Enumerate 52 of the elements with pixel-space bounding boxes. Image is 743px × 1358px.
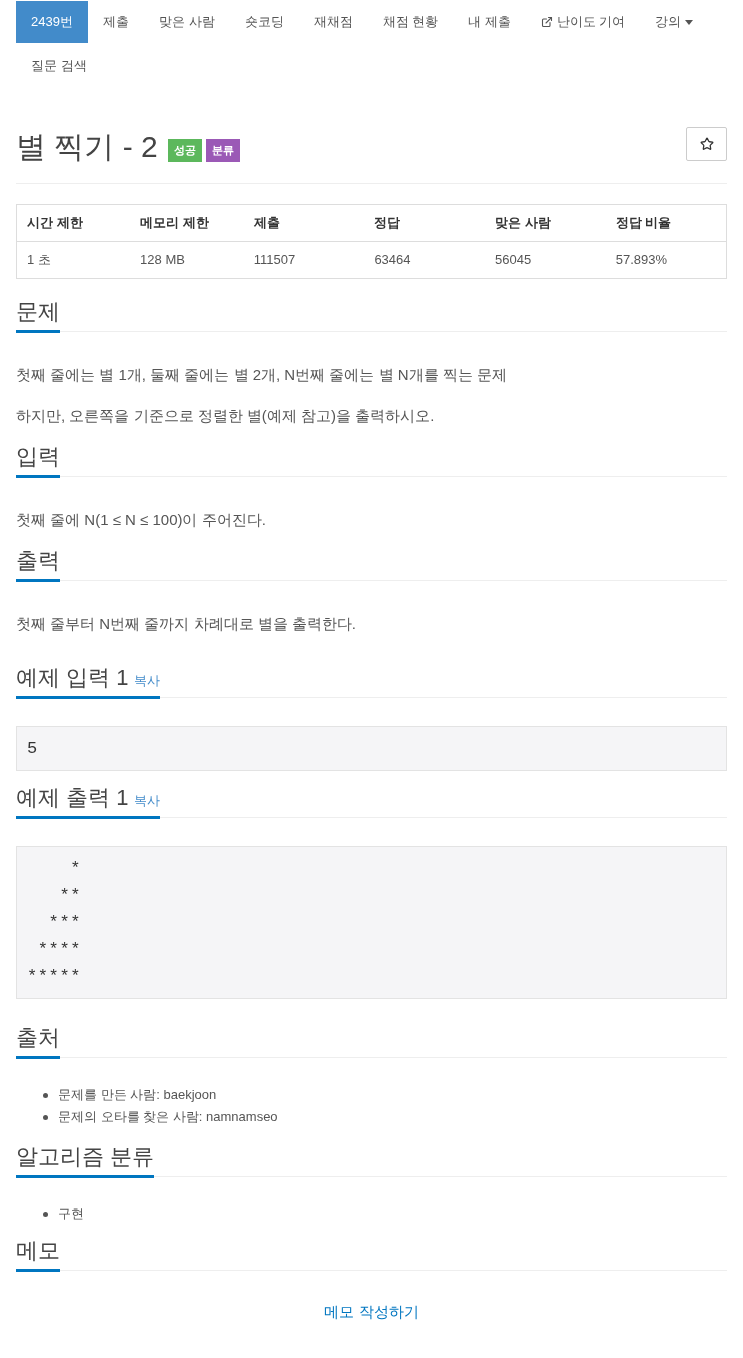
table-cell: 1 초 xyxy=(16,241,131,279)
table-header: 시간 제한 xyxy=(16,204,131,242)
table-header: 정답 xyxy=(364,204,486,242)
table-header: 메모리 제한 xyxy=(130,204,244,242)
heading-title: 예제 출력 1 xyxy=(16,784,129,812)
nav-tab[interactable]: 2439번 xyxy=(16,1,88,43)
bullet-icon xyxy=(43,1092,48,1098)
heading-title: 예제 입력 1 xyxy=(16,664,129,692)
table-header: 정답 비율 xyxy=(605,204,727,242)
problem-text: 하지만, 오른쪽을 기준으로 정렬한 별(예제 참고)을 출력하시오. xyxy=(16,406,436,426)
table-cell: 63464 xyxy=(364,241,486,279)
table-cell: 111507 xyxy=(243,241,365,279)
section-heading: 메모 xyxy=(16,1236,60,1272)
section-heading: 출력 xyxy=(16,546,60,582)
nav-tab[interactable]: 강의 xyxy=(640,1,709,43)
bullet-icon xyxy=(43,1114,48,1120)
copy-link[interactable]: 복사 xyxy=(134,671,161,691)
nav-tab[interactable]: 질문 검색 xyxy=(16,45,102,87)
problem-text: 첫째 줄부터 N번째 줄까지 차례대로 별을 출력한다. xyxy=(16,614,357,634)
table-cell: 57.893% xyxy=(605,241,727,279)
nav-tab[interactable]: 제출 xyxy=(87,1,144,43)
nav-tab[interactable]: 재채점 xyxy=(298,1,368,43)
nav-tab[interactable]: 맞은 사람 xyxy=(143,1,230,43)
section-heading: 입력 xyxy=(16,442,60,478)
sample-box: 5 xyxy=(16,726,727,771)
caret-down-icon xyxy=(685,19,694,25)
nav-tab[interactable]: 난이도 기여 xyxy=(525,1,641,43)
bullet-icon xyxy=(43,1211,48,1217)
problem-text: 첫째 줄에는 별 1개, 둘째 줄에는 별 2개, N번째 줄에는 별 N개를 찍는 문제 xyxy=(16,365,508,385)
star-icon xyxy=(699,137,714,151)
list-item: 문제를 만든 사람: baekjoon xyxy=(58,1086,217,1105)
list-item: 구현 xyxy=(58,1205,84,1224)
problem-title: 별 찍기 - 2 xyxy=(16,129,158,165)
table-cell: 56045 xyxy=(485,241,606,279)
nav-tab[interactable]: 채점 현황 xyxy=(367,1,454,43)
status-badge: 성공 xyxy=(167,138,202,162)
problem-text: 첫째 줄에 N(1 ≤ N ≤ 100)이 주어진다. xyxy=(16,510,267,530)
nav-tab[interactable]: 내 제출 xyxy=(453,1,526,43)
section-heading: 알고리즘 분류 xyxy=(16,1142,155,1178)
section-heading: 출처 xyxy=(16,1023,60,1059)
copy-link[interactable]: 복사 xyxy=(134,791,161,811)
list-item: 문제의 오타를 찾은 사람: namnamseo xyxy=(58,1108,278,1127)
status-badge: 분류 xyxy=(205,138,240,162)
nav-tab[interactable]: 숏코딩 xyxy=(229,1,299,43)
write-memo-link[interactable]: 메모 작성하기 xyxy=(324,1301,419,1323)
table-header: 맞은 사람 xyxy=(485,204,606,242)
section-heading: 문제 xyxy=(16,297,60,333)
sample-box: * ** *** **** ***** xyxy=(16,846,727,999)
favorite-button[interactable] xyxy=(686,127,727,161)
table-header: 제출 xyxy=(243,204,365,242)
external-link-icon xyxy=(540,16,553,28)
table-cell: 128 MB xyxy=(130,241,244,279)
